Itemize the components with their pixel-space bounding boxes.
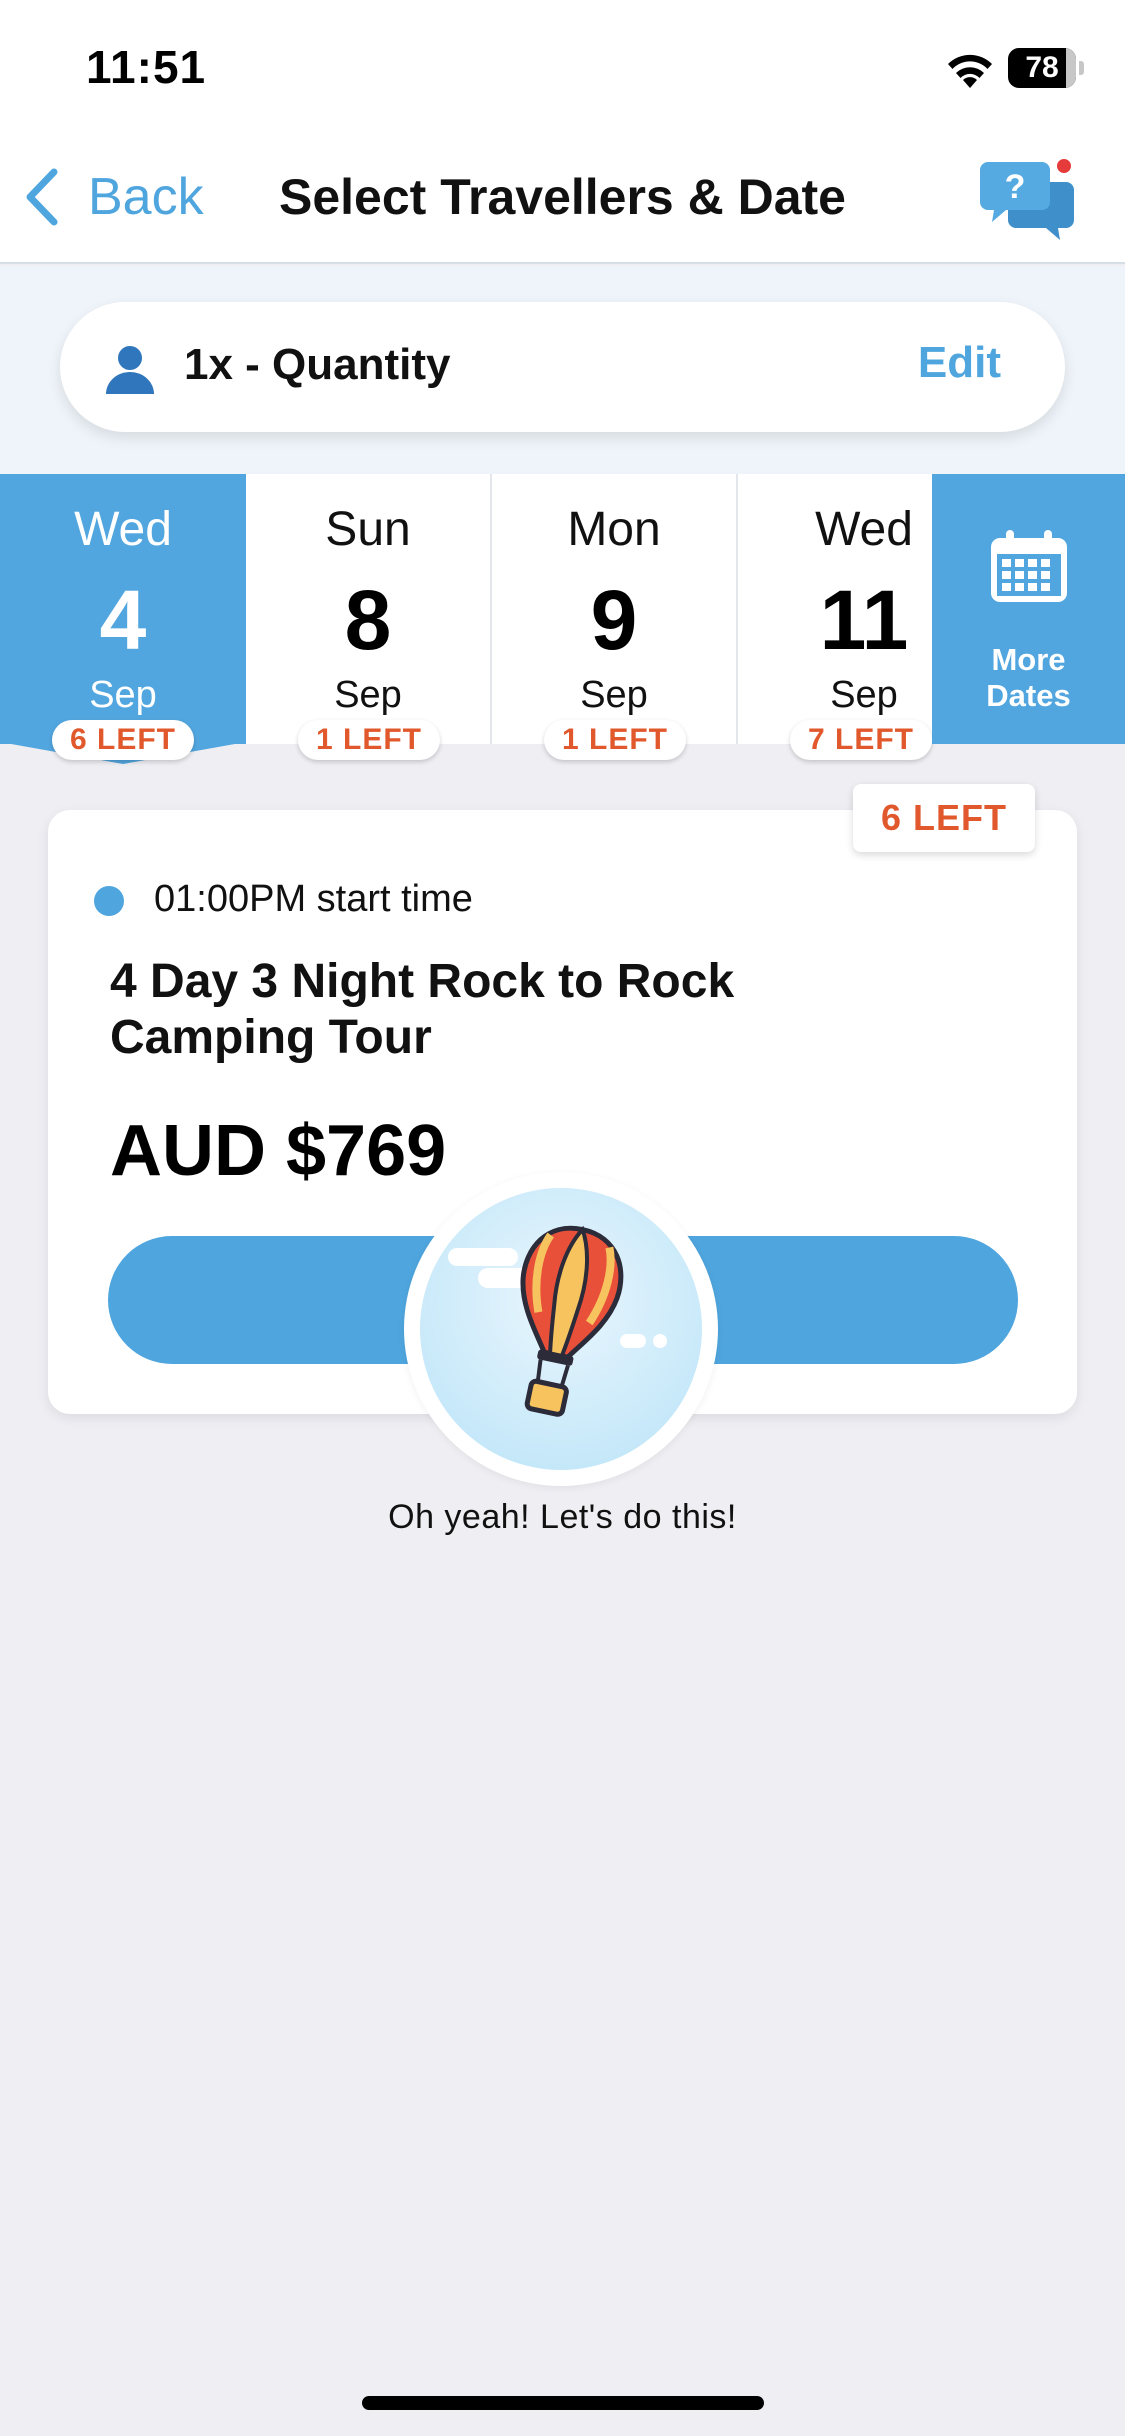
calendar-icon: [991, 530, 1067, 602]
more-dates-line2: Dates: [986, 678, 1071, 713]
quantity-section: 1x - Quantity Edit: [0, 266, 1125, 474]
navigation-bar: Back Select Travellers & Date ?: [0, 132, 1125, 264]
date-option[interactable]: Sun 8 Sep: [246, 474, 492, 744]
more-dates-line1: More: [991, 642, 1066, 677]
date-day-number: 9: [590, 573, 638, 667]
status-bar: 11:51 78: [0, 0, 1125, 132]
svg-text:?: ?: [1005, 168, 1026, 206]
battery-indicator: 78: [1008, 48, 1084, 88]
date-day-number: 8: [344, 573, 392, 667]
more-dates-button[interactable]: More Dates: [932, 474, 1125, 744]
start-time-dot-icon: [94, 886, 124, 916]
date-day-of-week: Mon: [567, 503, 661, 556]
tour-price: AUD $769: [110, 1111, 447, 1191]
availability-badge: 7 LEFT: [789, 720, 933, 760]
home-indicator: [362, 2396, 764, 2410]
date-day-of-week: Sun: [325, 503, 411, 556]
date-month: Sep: [580, 674, 648, 716]
status-time: 11:51: [86, 41, 207, 93]
date-option-selected[interactable]: Wed 4 Sep: [0, 474, 246, 744]
date-month: Sep: [89, 674, 157, 716]
help-chat-icon[interactable]: ?: [980, 154, 1076, 244]
page-title: Select Travellers & Date: [279, 169, 846, 225]
date-strip: Wed 4 Sep Sun 8 Sep Mon 9 Sep Wed 11 Sep…: [0, 474, 1125, 764]
date-month: Sep: [334, 674, 402, 716]
edit-quantity-button[interactable]: Edit: [918, 338, 1001, 388]
date-day-number: 11: [819, 573, 909, 667]
date-option[interactable]: Mon 9 Sep: [492, 474, 738, 744]
hot-air-balloon-badge: [404, 1172, 718, 1486]
quantity-label: 1x - Quantity: [184, 340, 451, 389]
battery-level: 78: [1025, 51, 1059, 84]
date-day-number: 4: [99, 573, 147, 667]
date-month: Sep: [830, 674, 898, 716]
availability-badge: 1 LEFT: [297, 720, 441, 760]
hot-air-balloon-icon: [448, 1225, 667, 1417]
availability-badge: 1 LEFT: [543, 720, 687, 760]
tour-title: 4 Day 3 Night Rock to Rock Camping Tour: [110, 955, 735, 1064]
more-dates-label: More Dates: [932, 642, 1125, 714]
availability-badge: 6 LEFT: [51, 720, 195, 760]
person-icon: [106, 346, 154, 394]
tour-availability-badge: 6 LEFT: [852, 784, 1035, 852]
cheer-message: Oh yeah! Let's do this!: [388, 1498, 737, 1536]
wifi-icon: [948, 54, 992, 88]
date-day-of-week: Wed: [815, 503, 913, 556]
start-time: 01:00PM start time: [154, 878, 473, 920]
date-option[interactable]: Wed 11 Sep: [738, 474, 932, 744]
quantity-selector[interactable]: 1x - Quantity Edit: [60, 302, 1065, 432]
date-day-of-week: Wed: [74, 503, 172, 556]
